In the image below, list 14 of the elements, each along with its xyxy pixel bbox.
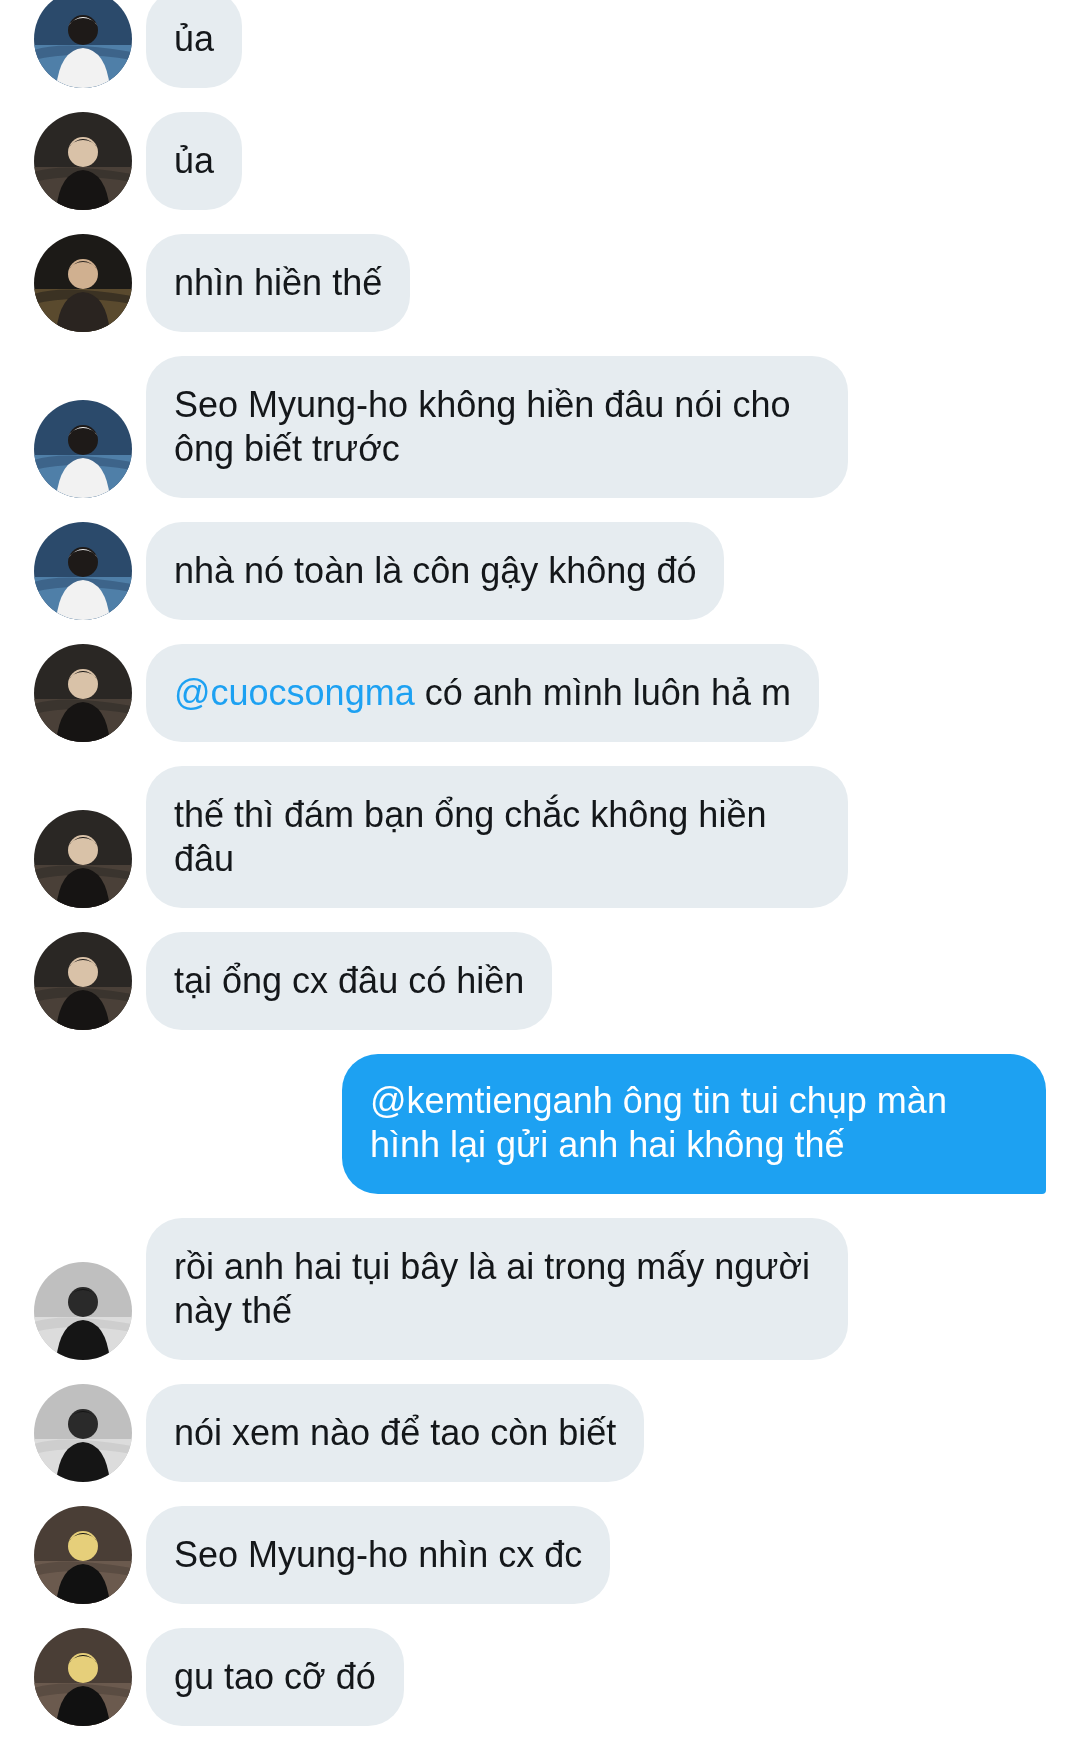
message-bubble: nhìn hiền thế — [146, 234, 411, 332]
message-bubble: rồi anh hai tụi bây là ai trong mấy người này thế — [146, 1218, 848, 1360]
message-bubble: ủa — [146, 112, 243, 210]
message-bubble: ủa — [146, 0, 243, 88]
message-bubble: nói xem nào để tao còn biết — [146, 1384, 645, 1482]
message-bubble: @kemtienganh ông tin tui chụp màn hình lại gửi anh hai không thế — [342, 1054, 1046, 1194]
message-bubble: nhà nó toàn là côn gậy không đó — [146, 522, 725, 620]
message-bubble: gu tao cỡ đó — [146, 1628, 404, 1726]
message-bubble: thế thì đám bạn ổng chắc không hiền đâu — [146, 766, 848, 908]
message-bubble: tại ổng cx đâu có hiền — [146, 932, 553, 1030]
message-bubble: Seo Myung-ho không hiền đâu nói cho ông biết trước — [146, 356, 848, 498]
mention-link[interactable]: @cuocsongma — [174, 672, 415, 713]
message-bubble: @cuocsongma có anh mình luôn hả m — [146, 644, 819, 742]
message-bubble: Seo Myung-ho nhìn cx đc — [146, 1506, 611, 1604]
